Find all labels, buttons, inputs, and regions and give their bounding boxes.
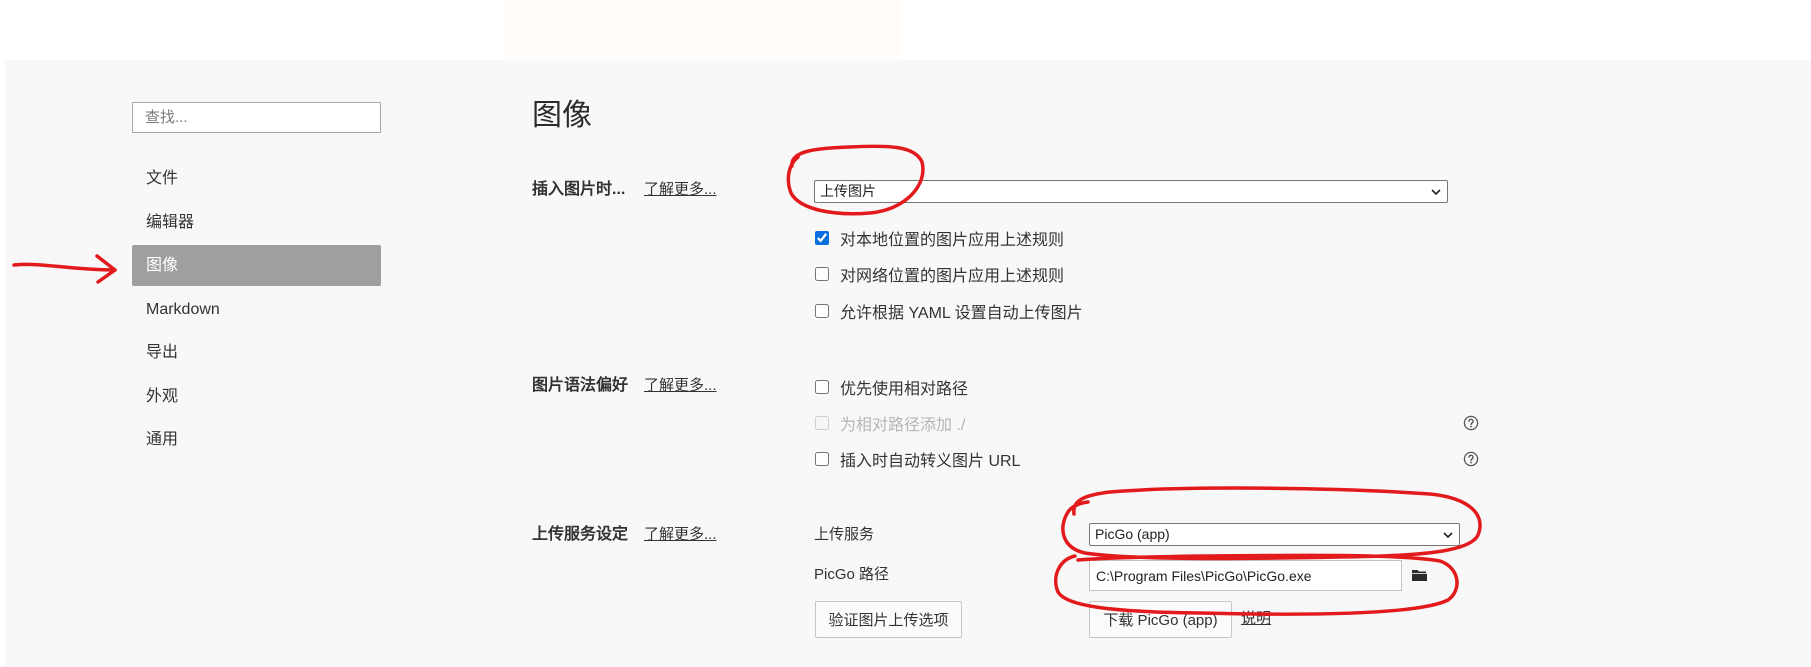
search-input[interactable] bbox=[132, 102, 381, 133]
checkbox-prefer-relative-path[interactable] bbox=[815, 380, 829, 394]
folder-icon[interactable] bbox=[1411, 568, 1428, 582]
option-network-images[interactable]: 对网络位置的图片应用上述规则 bbox=[815, 262, 1064, 286]
page-title: 图像 bbox=[532, 99, 592, 132]
sidebar-item-markdown[interactable]: Markdown bbox=[132, 289, 381, 330]
checkbox-yaml-auto-upload[interactable] bbox=[815, 304, 829, 318]
section-label-upload-service: 上传服务设定 bbox=[532, 526, 629, 543]
upload-service-select-value: PicGo (app) bbox=[1095, 526, 1170, 542]
sidebar-item-general[interactable]: 通用 bbox=[132, 419, 381, 460]
top-highlight bbox=[502, 0, 901, 60]
option-label: 为相对路径添加 ./ bbox=[840, 417, 966, 434]
chevron-down-icon bbox=[1431, 189, 1441, 196]
section-label-insert-image: 插入图片时... bbox=[532, 181, 626, 198]
help-icon[interactable] bbox=[1463, 415, 1479, 431]
sidebar-nav: 文件 编辑器 图像 Markdown 导出 外观 通用 bbox=[132, 158, 381, 460]
option-escape-image-url[interactable]: 插入时自动转义图片 URL bbox=[815, 447, 1020, 471]
option-label: 插入时自动转义图片 URL bbox=[840, 453, 1021, 470]
learn-more-link-insert[interactable]: 了解更多... bbox=[644, 178, 717, 202]
option-label: 对网络位置的图片应用上述规则 bbox=[840, 268, 1065, 285]
sidebar-item-editor[interactable]: 编辑器 bbox=[132, 202, 381, 243]
picgo-path-label: PicGo 路径 bbox=[814, 566, 890, 583]
checkbox-escape-image-url[interactable] bbox=[815, 452, 829, 466]
checkbox-local-images[interactable] bbox=[815, 231, 829, 245]
option-prefer-relative-path[interactable]: 优先使用相对路径 bbox=[815, 375, 968, 399]
option-label: 允许根据 YAML 设置自动上传图片 bbox=[840, 305, 1083, 322]
sidebar-item-image[interactable]: 图像 bbox=[132, 245, 381, 286]
insert-action-select-value: 上传图片 bbox=[820, 183, 876, 199]
insert-action-select[interactable]: 上传图片 bbox=[814, 180, 1448, 203]
verify-upload-button[interactable]: 验证图片上传选项 bbox=[815, 601, 962, 638]
section-label-image-syntax: 图片语法偏好 bbox=[532, 377, 629, 394]
checkbox-add-dot-slash[interactable] bbox=[815, 416, 829, 430]
sidebar-item-export[interactable]: 导出 bbox=[132, 332, 381, 373]
learn-more-link-upload[interactable]: 了解更多... bbox=[644, 523, 717, 547]
download-picgo-button[interactable]: 下载 PicGo (app) bbox=[1089, 601, 1232, 638]
option-add-dot-slash[interactable]: 为相对路径添加 ./ bbox=[815, 411, 965, 435]
learn-more-link-syntax[interactable]: 了解更多... bbox=[644, 374, 717, 398]
upload-service-label: 上传服务 bbox=[814, 526, 875, 543]
option-yaml-auto-upload[interactable]: 允许根据 YAML 设置自动上传图片 bbox=[815, 299, 1083, 323]
upload-service-select[interactable]: PicGo (app) bbox=[1089, 523, 1460, 546]
checkbox-network-images[interactable] bbox=[815, 267, 829, 281]
option-label: 对本地位置的图片应用上述规则 bbox=[840, 232, 1065, 249]
help-link[interactable]: 说明 bbox=[1241, 607, 1271, 631]
sidebar-item-file[interactable]: 文件 bbox=[132, 158, 381, 199]
option-local-images[interactable]: 对本地位置的图片应用上述规则 bbox=[815, 226, 1064, 250]
sidebar-item-appearance[interactable]: 外观 bbox=[132, 376, 381, 417]
option-label: 优先使用相对路径 bbox=[840, 381, 969, 398]
chevron-down-icon bbox=[1443, 532, 1453, 539]
picgo-path-input[interactable] bbox=[1089, 560, 1402, 591]
help-icon[interactable] bbox=[1463, 451, 1479, 467]
